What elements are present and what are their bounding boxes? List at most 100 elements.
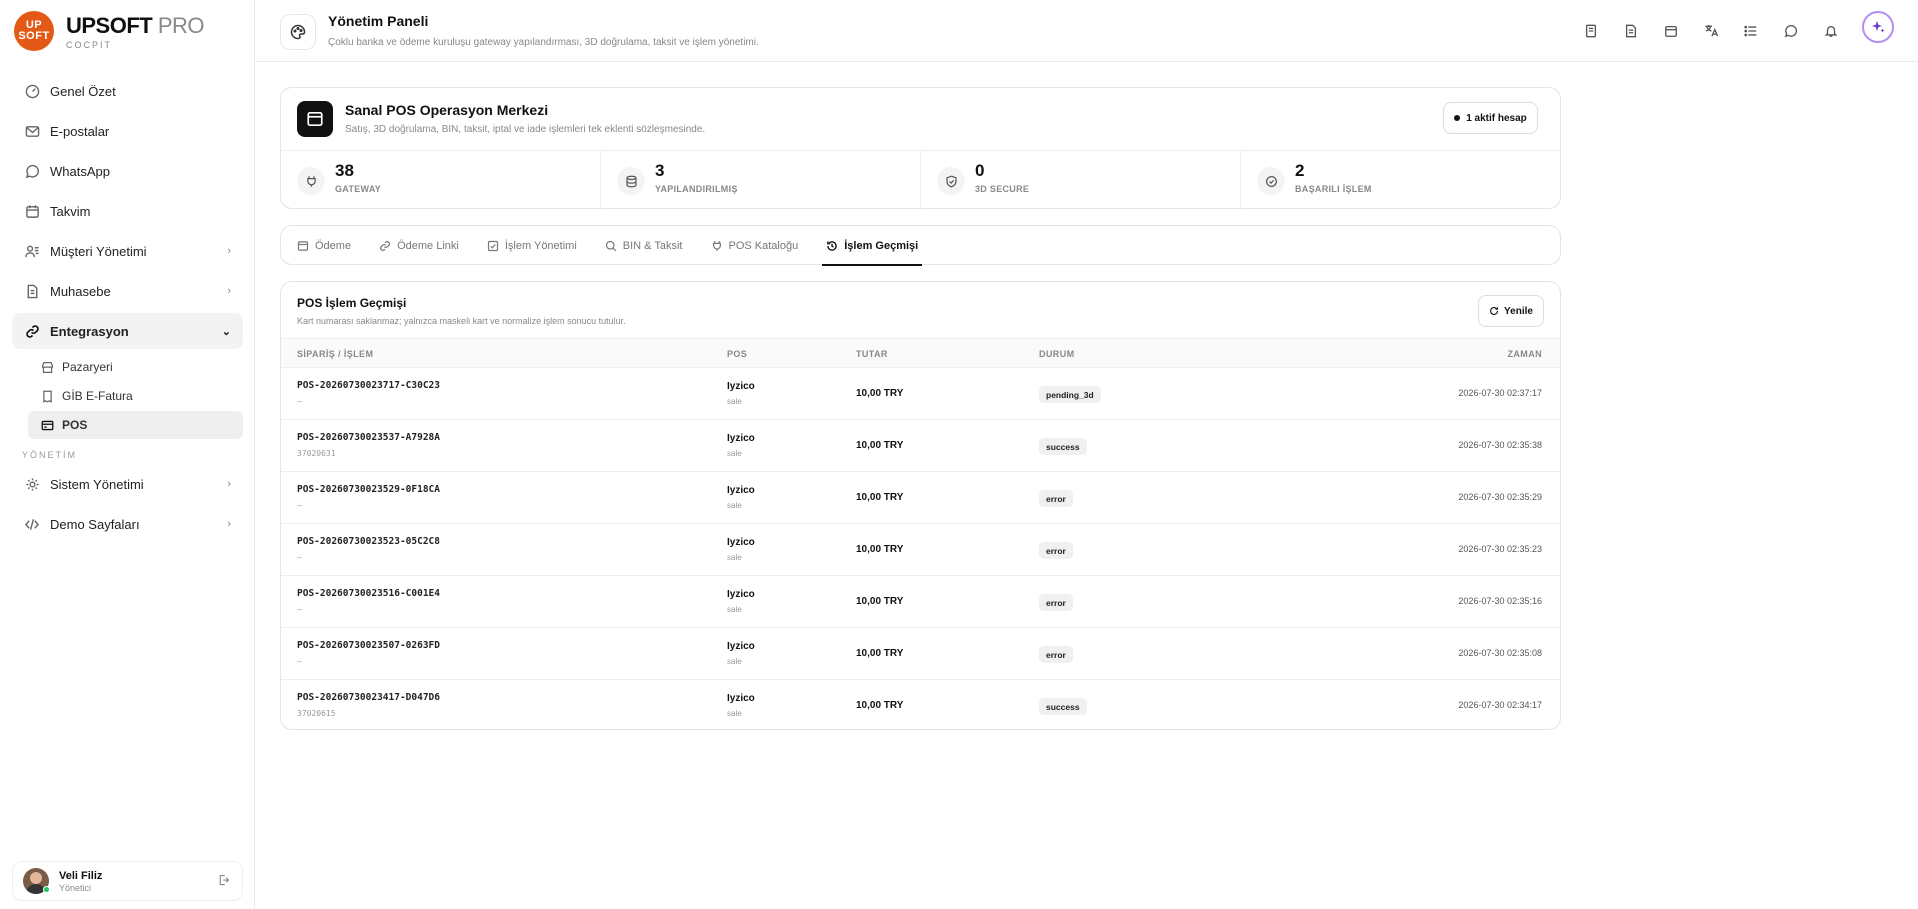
sidebar-item-demo-sayfalari[interactable]: Demo Sayfaları › — [12, 506, 243, 542]
calendar-icon[interactable] — [1662, 22, 1680, 40]
topbar-actions — [1582, 11, 1894, 43]
tab-label: İşlem Geçmişi — [844, 240, 919, 252]
status-badge: error — [1039, 594, 1073, 611]
chevron-down-icon: ⌄ — [221, 325, 231, 338]
ai-assistant-button[interactable] — [1862, 11, 1894, 43]
amount: 10,00 TRY — [856, 388, 904, 399]
pos-provider: Iyzico — [727, 641, 755, 652]
transaction-type: sale — [727, 397, 742, 406]
sidebar-item-label: WhatsApp — [50, 163, 110, 179]
tab-label: İşlem Yönetimi — [504, 240, 577, 252]
tab-odeme[interactable]: Ödeme — [297, 226, 351, 266]
sidebar-item-label: Demo Sayfaları — [50, 516, 140, 532]
tab-bin-taksit[interactable]: BIN & Taksit — [605, 226, 683, 266]
table-row[interactable]: POS-20260730023537-A7928A 37020631 Iyzic… — [281, 420, 1560, 472]
sidebar-item-entegrasyon[interactable]: Entegrasyon ⌄ — [12, 313, 243, 349]
section-label-yonetim: YÖNETİM — [22, 450, 78, 460]
stat-value: 2 — [1295, 161, 1305, 180]
order-id: POS-20260730023529-0F18CA — [297, 484, 440, 495]
check-square-icon — [487, 240, 499, 252]
check-circle-icon — [1257, 167, 1285, 195]
sidebar-item-label: Genel Özet — [50, 83, 116, 99]
pos-provider: Iyzico — [727, 693, 755, 704]
link-icon — [24, 323, 40, 339]
list-icon[interactable] — [1742, 22, 1760, 40]
sidebar-item-e-postalar[interactable]: E-postalar — [12, 113, 243, 149]
pos-provider: Iyzico — [727, 433, 755, 444]
sidebar-subitem-label: GİB E-Fatura — [62, 389, 133, 403]
sidebar-subitem-pazaryeri[interactable]: Pazaryeri — [28, 353, 243, 381]
table-row[interactable]: POS-20260730023507-0263FD – Iyzico sale … — [281, 628, 1560, 680]
card-icon — [40, 418, 54, 432]
gear-icon — [24, 476, 40, 492]
timestamp: 2026-07-30 02:35:38 — [1458, 440, 1542, 450]
pos-history-card: POS İşlem Geçmişi Kart numarası saklanma… — [280, 281, 1561, 730]
users-icon — [24, 243, 40, 259]
order-id: POS-20260730023537-A7928A — [297, 432, 440, 443]
chevron-right-icon: › — [227, 285, 231, 297]
tab-pos-katalogu[interactable]: POS Kataloğu — [711, 226, 798, 266]
transaction-type: sale — [727, 553, 742, 562]
stat-label: GATEWAY — [335, 184, 382, 194]
table-row[interactable]: POS-20260730023523-05C2C8 – Iyzico sale … — [281, 524, 1560, 576]
chat-icon[interactable] — [1782, 22, 1800, 40]
card-icon — [297, 101, 333, 137]
tab-islem-gecmisi[interactable]: İşlem Geçmişi — [822, 226, 923, 266]
timestamp: 2026-07-30 02:35:29 — [1458, 492, 1542, 502]
stats-row: 38 GATEWAY 3 YAPILANDIRILMIŞ 0 3D SECURE… — [281, 150, 1560, 210]
tab-label: Ödeme Linki — [397, 240, 459, 252]
transaction-ref: 37020615 — [297, 709, 336, 718]
tab-islem-yonetimi[interactable]: İşlem Yönetimi — [487, 226, 577, 266]
table-row[interactable]: POS-20260730023516-C001E4 – Iyzico sale … — [281, 576, 1560, 628]
sidebar-item-musteri-yonetimi[interactable]: Müşteri Yönetimi › — [12, 233, 243, 269]
status-badge: error — [1039, 542, 1073, 559]
sidebar-item-sistem-yonetimi[interactable]: Sistem Yönetimi › — [12, 466, 243, 502]
amount: 10,00 TRY — [856, 440, 904, 451]
transaction-ref: 37020631 — [297, 449, 336, 458]
transaction-ref: – — [297, 605, 302, 614]
sidebar-item-genel-ozet[interactable]: Genel Özet — [12, 73, 243, 109]
stat-configured: 3 YAPILANDIRILMIŞ — [601, 151, 921, 210]
sidebar-item-muhasebe[interactable]: Muhasebe › — [12, 273, 243, 309]
table-row[interactable]: POS-20260730023417-D047D6 37020615 Iyzic… — [281, 680, 1560, 729]
table-header: SİPARİŞ / İŞLEM POS TUTAR DURUM ZAMAN — [281, 338, 1560, 368]
calendar-icon — [24, 203, 40, 219]
sidebar-subitem-pos[interactable]: POS — [28, 411, 243, 439]
history-title: POS İşlem Geçmişi — [297, 296, 407, 310]
sidebar-subitem-label: POS — [62, 418, 88, 432]
table-body: POS-20260730023717-C30C23 – Iyzico sale … — [281, 368, 1560, 729]
tab-label: BIN & Taksit — [622, 240, 683, 252]
stat-value: 38 — [335, 161, 354, 180]
history-subtitle: Kart numarası saklanmaz; yalnızca maskel… — [297, 316, 626, 326]
brand-subtitle: COCPIT — [66, 39, 113, 50]
table-row[interactable]: POS-20260730023717-C30C23 – Iyzico sale … — [281, 368, 1560, 420]
notes-icon[interactable] — [1582, 22, 1600, 40]
status-dot — [1454, 115, 1461, 121]
tab-odeme-linki[interactable]: Ödeme Linki — [379, 226, 459, 266]
logout-icon[interactable] — [218, 874, 230, 889]
sidebar-item-whatsapp[interactable]: WhatsApp — [12, 153, 243, 189]
translate-icon[interactable] — [1702, 22, 1720, 40]
sidebar-item-label: E-postalar — [50, 123, 110, 139]
ledger-icon[interactable] — [1622, 22, 1640, 40]
sidebar-subitem-gib-e-fatura[interactable]: GİB E-Fatura — [28, 382, 243, 410]
sidebar-item-label: Muhasebe — [50, 283, 111, 299]
online-indicator — [43, 886, 50, 893]
document-icon — [24, 283, 40, 299]
status-badge: error — [1039, 490, 1073, 507]
brand[interactable]: UP SOFT UPSOFT PRO COCPIT — [14, 10, 205, 52]
column-header-status: DURUM — [1039, 349, 1075, 359]
sidebar-item-takvim[interactable]: Takvim — [12, 193, 243, 229]
active-accounts-badge[interactable]: 1 aktif hesap — [1443, 102, 1538, 134]
transaction-ref: – — [297, 397, 302, 406]
invoice-icon — [40, 389, 54, 403]
table-row[interactable]: POS-20260730023529-0F18CA – Iyzico sale … — [281, 472, 1560, 524]
pos-overview-card: Sanal POS Operasyon Merkezi Satış, 3D do… — [280, 87, 1561, 210]
bell-icon[interactable] — [1822, 22, 1840, 40]
user-card[interactable]: Veli Filiz Yönetici — [12, 861, 243, 901]
sidebar-item-label: Müşteri Yönetimi — [50, 243, 147, 259]
transaction-ref: – — [297, 553, 302, 562]
panel-icon — [280, 14, 316, 50]
refresh-button[interactable]: Yenile — [1478, 295, 1544, 327]
plug-icon — [711, 240, 723, 252]
